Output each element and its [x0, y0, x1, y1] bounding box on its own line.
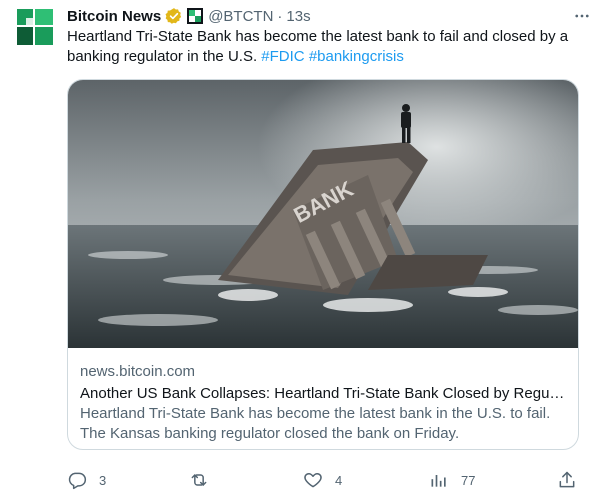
card-description: Heartland Tri-State Bank has become the …: [80, 405, 551, 442]
share-icon: [557, 470, 577, 490]
timestamp[interactable]: 13s: [286, 8, 310, 25]
tweet-text: Heartland Tri-State Bank has become the …: [67, 27, 587, 67]
more-icon[interactable]: [572, 6, 592, 26]
views-button[interactable]: 77: [429, 468, 475, 492]
reply-button[interactable]: 3: [67, 468, 106, 492]
like-button[interactable]: 4: [303, 468, 342, 492]
retweet-icon: [189, 470, 209, 490]
affiliate-icon[interactable]: [187, 8, 204, 24]
separator-dot: ·: [277, 7, 283, 25]
like-count: 4: [335, 472, 343, 488]
avatar[interactable]: [15, 7, 55, 47]
handle[interactable]: @BTCTN: [208, 8, 273, 25]
views-count: 77: [461, 472, 476, 488]
views-icon: [429, 470, 449, 490]
link-card[interactable]: BANK news.bitcoin.com Another US Bank Co…: [67, 79, 579, 450]
share-button[interactable]: [557, 468, 577, 492]
display-name[interactable]: Bitcoin News: [67, 8, 161, 25]
reply-icon: [67, 470, 87, 490]
hashtag-fdic[interactable]: #FDIC: [261, 48, 304, 65]
reply-count: 3: [99, 472, 107, 488]
retweet-button[interactable]: [189, 468, 221, 492]
like-icon: [303, 470, 323, 490]
card-image[interactable]: BANK: [68, 80, 579, 348]
tweet-actions: 3 4 77: [67, 468, 579, 492]
tweet-header: Bitcoin News @BTCTN · 13s: [67, 5, 311, 27]
card-domain[interactable]: news.bitcoin.com: [80, 362, 566, 382]
card-meta: news.bitcoin.com Another US Bank Collaps…: [80, 362, 566, 444]
card-title[interactable]: Another US Bank Collapses: Heartland Tri…: [80, 384, 566, 404]
verified-badge-icon: [165, 7, 183, 25]
hashtag-bankingcrisis[interactable]: #bankingcrisis: [309, 48, 404, 65]
